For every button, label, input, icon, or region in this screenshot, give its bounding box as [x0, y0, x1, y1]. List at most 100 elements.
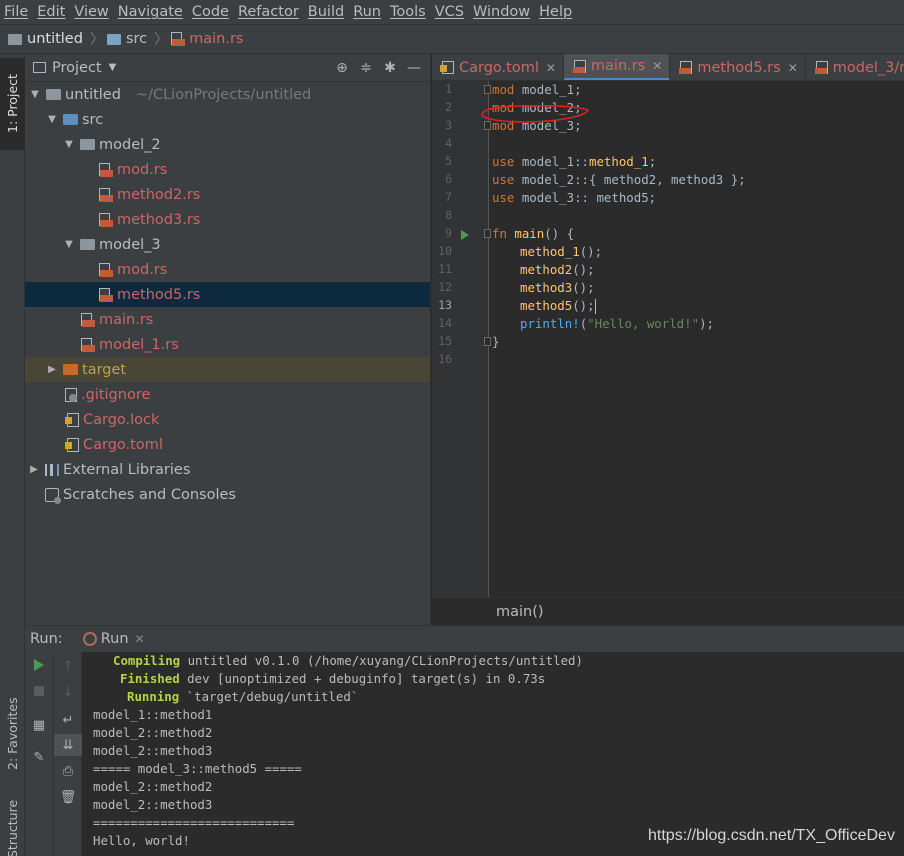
chevron-right-icon[interactable]: ▶ — [27, 464, 41, 475]
code-token: model_3; — [514, 118, 582, 133]
run-panel-title: Run: — [30, 631, 63, 647]
menu-navigate[interactable]: Navigate — [118, 4, 183, 20]
project-panel-title[interactable]: Project — [52, 60, 102, 76]
arrow-up-icon[interactable]: ↑ — [54, 655, 82, 677]
tree-item-model-3[interactable]: ▼ model_3 — [25, 232, 430, 257]
minimize-icon[interactable]: — — [402, 60, 426, 76]
tree-item-label: target — [82, 361, 127, 378]
editor-breadcrumb[interactable]: main() — [432, 597, 904, 625]
rerun-button[interactable] — [25, 654, 53, 676]
close-icon[interactable]: ✕ — [546, 61, 556, 75]
fold-icon[interactable] — [484, 229, 491, 238]
menu-run[interactable]: Run — [353, 4, 381, 20]
chevron-down-icon[interactable]: ▼ — [28, 89, 42, 100]
code-area[interactable]: mod model_1; mod model_2; mod model_3; u… — [492, 81, 904, 597]
tree-item-model-3-mod-rs[interactable]: mod.rs — [25, 257, 430, 282]
tree-item-cargo-toml[interactable]: Cargo.toml — [25, 432, 430, 457]
tree-item-model-2[interactable]: ▼ model_2 — [25, 132, 430, 157]
menu-code[interactable]: Code — [192, 4, 229, 20]
fold-icon[interactable] — [484, 337, 491, 346]
project-view-icon — [33, 62, 46, 73]
tree-item-label: src — [82, 111, 104, 128]
collapse-all-icon[interactable]: ≑ — [354, 60, 378, 76]
menu-window[interactable]: Window — [473, 4, 530, 20]
console-status: Compiling — [113, 653, 181, 668]
code-token: (); — [572, 298, 595, 313]
run-icon[interactable] — [461, 230, 469, 240]
locate-icon[interactable]: ⊕ — [330, 60, 354, 76]
chevron-down-icon[interactable]: ▼ — [62, 139, 76, 150]
menu-view[interactable]: View — [74, 4, 108, 20]
gear-icon[interactable]: ✱ — [378, 60, 402, 76]
close-icon[interactable]: ✕ — [135, 632, 145, 646]
menu-edit[interactable]: Edit — [37, 4, 65, 20]
chevron-down-icon[interactable]: ▼ — [62, 239, 76, 250]
tree-item-method2-rs[interactable]: method2.rs — [25, 182, 430, 207]
line-number: 13 — [438, 298, 452, 312]
run-tab-label[interactable]: Run — [101, 631, 129, 647]
tab-main-rs[interactable]: main.rs ✕ — [563, 54, 671, 80]
tool-tab-favorites-label: 2: Favorites — [5, 697, 20, 771]
layout-icon[interactable]: ▦ — [25, 714, 53, 736]
tree-item-cargo-lock[interactable]: Cargo.lock — [25, 407, 430, 432]
fold-icon[interactable] — [484, 85, 491, 94]
tab-model-3-mod[interactable]: model_3/mod — [806, 54, 904, 80]
chevron-down-icon[interactable]: ▼ — [45, 114, 59, 125]
scroll-to-end-icon[interactable]: ⇊ — [54, 734, 82, 756]
tree-item-label: Cargo.toml — [83, 436, 163, 453]
tab-cargo-toml[interactable]: Cargo.toml ✕ — [432, 54, 564, 80]
breadcrumb-file[interactable]: main.rs — [171, 31, 243, 47]
menu-refactor[interactable]: Refactor — [238, 4, 299, 20]
close-icon[interactable]: ✕ — [788, 61, 798, 75]
watermark: https://blog.csdn.net/TX_OfficeDev — [648, 827, 895, 844]
trash-icon[interactable]: 🗑 — [54, 786, 82, 808]
close-icon[interactable]: ✕ — [652, 59, 662, 73]
menu-tools[interactable]: Tools — [390, 4, 426, 20]
menu-file[interactable]: File — [4, 4, 28, 20]
tree-item-external-libraries[interactable]: ▶ External Libraries — [25, 457, 430, 482]
stop-button[interactable] — [25, 680, 53, 702]
folder-icon — [63, 364, 78, 375]
breadcrumb-folder[interactable]: src — [106, 31, 147, 47]
code-token: model_3:: method5; — [514, 190, 657, 205]
breadcrumb-project[interactable]: untitled — [8, 31, 83, 47]
tree-item-untitled[interactable]: ▼ untitled ~/CLionProjects/untitled — [25, 82, 430, 107]
chevron-right-icon[interactable]: ▶ — [45, 364, 59, 375]
fold-icon[interactable] — [484, 121, 491, 130]
tree-item-model-1-rs[interactable]: model_1.rs — [25, 332, 430, 357]
tree-item-method3-rs[interactable]: method3.rs — [25, 207, 430, 232]
tool-tab-structure[interactable]: Structure — [0, 800, 25, 856]
pin-icon[interactable]: ✎ — [25, 746, 53, 768]
tool-tab-project[interactable]: 1: Project — [0, 58, 25, 150]
tab-method5-rs[interactable]: method5.rs ✕ — [670, 54, 806, 80]
menu-help[interactable]: Help — [539, 4, 572, 20]
chevron-down-icon[interactable]: ▼ — [109, 62, 117, 73]
library-icon — [45, 463, 59, 476]
tree-item-main-rs[interactable]: main.rs — [25, 307, 430, 332]
soft-wrap-icon[interactable]: ↵ — [54, 709, 82, 731]
line-number: 7 — [445, 190, 452, 204]
tree-item-method5-rs[interactable]: method5.rs — [25, 282, 430, 307]
tree-item-src[interactable]: ▼ src — [25, 107, 430, 132]
tree-item-label: untitled — [65, 86, 121, 103]
tree-item-scratches[interactable]: Scratches and Consoles — [25, 482, 430, 507]
run-panel-header: Run: Run ✕ — [25, 625, 904, 652]
line-number: 11 — [438, 262, 452, 276]
code-line-7: use model_3:: method5; — [492, 189, 656, 207]
menu-vcs[interactable]: VCS — [435, 4, 464, 20]
menu-build[interactable]: Build — [308, 4, 344, 20]
code-line-10: method_1(); — [520, 243, 602, 261]
print-icon[interactable]: ⎙ — [54, 760, 82, 782]
tree-item-model-2-mod-rs[interactable]: mod.rs — [25, 157, 430, 182]
tool-tab-favorites[interactable]: 2: Favorites — [0, 684, 25, 784]
arrow-down-icon[interactable]: ↓ — [54, 681, 82, 703]
code-token: (); — [572, 280, 595, 295]
code-token: (); — [579, 244, 603, 259]
tree-item-gitignore[interactable]: .gitignore — [25, 382, 430, 407]
tree-item-target[interactable]: ▶ target — [25, 357, 430, 382]
chevron-right-icon: 〉 — [89, 32, 104, 48]
console-output[interactable]: Compiling untitled v0.1.0 (/home/xuyang/… — [87, 652, 904, 856]
code-token: use — [492, 154, 515, 169]
line-number-gutter[interactable]: 1 2 3 4 5 6 7 8 9 10 11 12 13 14 15 16 — [432, 81, 491, 597]
line-number: 4 — [445, 136, 452, 150]
